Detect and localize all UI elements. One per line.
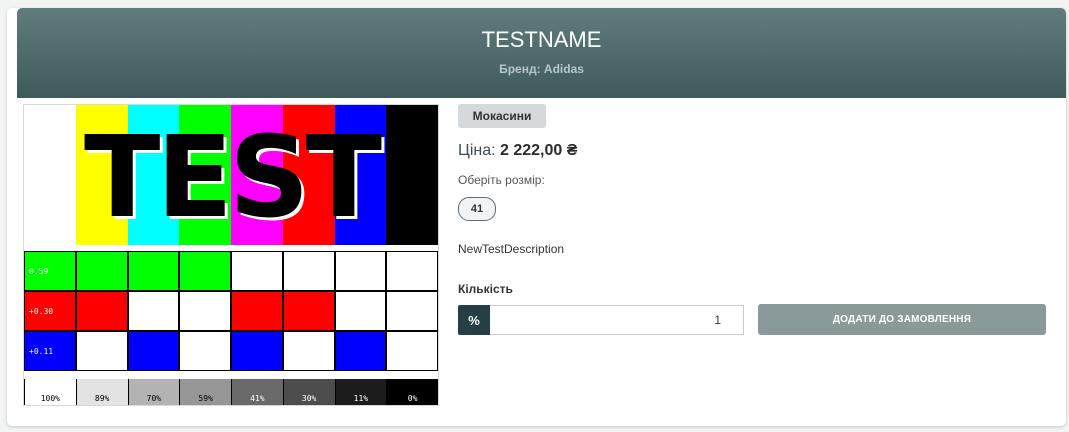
price-label: Ціна: (458, 142, 501, 159)
gray-scale: 100% 89% 70% 59% 41% 30% 11% 0% (24, 379, 438, 405)
grid-label: +0.11 (24, 331, 76, 371)
gray-step: 41% (231, 379, 283, 405)
category-badge[interactable]: Мокасини (458, 104, 546, 128)
price-value: 2 222,00 ₴ (500, 142, 578, 159)
test-pattern-grid: 0.59 +0.30 +0.11 (24, 251, 438, 371)
product-description: NewTestDescription (458, 242, 565, 256)
price: Ціна: 2 222,00 ₴ (458, 142, 577, 160)
gray-step: 100% (24, 379, 76, 405)
product-brand: Бренд: Adidas (499, 62, 584, 76)
gray-step: 30% (282, 379, 335, 405)
gray-step: 70% (127, 379, 180, 405)
grid-label: 0.59 (24, 251, 76, 291)
gray-step: 11% (334, 379, 387, 405)
product-image[interactable]: TEST 0.59 +0.30 +0.11 100% 89% 70% 59% 4… (23, 104, 439, 406)
gray-step: 59% (179, 379, 231, 405)
size-prompt: Оберіть розмір: (458, 173, 545, 187)
gray-step: 89% (75, 379, 128, 405)
quantity-label: Кількість (458, 282, 513, 296)
grid-label: +0.30 (24, 291, 76, 331)
size-option-41[interactable]: 41 (458, 197, 496, 221)
add-to-order-button[interactable]: ДОДАТИ ДО ЗАМОВЛЕННЯ (758, 304, 1046, 335)
product-title: TESTNAME (481, 27, 602, 52)
gray-step: 0% (386, 379, 438, 405)
quantity-input[interactable] (490, 305, 744, 335)
quantity-control: % (458, 305, 744, 335)
test-pattern-text: TEST (84, 113, 382, 243)
product-header: TESTNAME Бренд: Adidas (17, 8, 1066, 98)
test-pattern-image: TEST 0.59 +0.30 +0.11 100% 89% 70% 59% 4… (24, 105, 438, 405)
percent-icon[interactable]: % (458, 305, 490, 335)
